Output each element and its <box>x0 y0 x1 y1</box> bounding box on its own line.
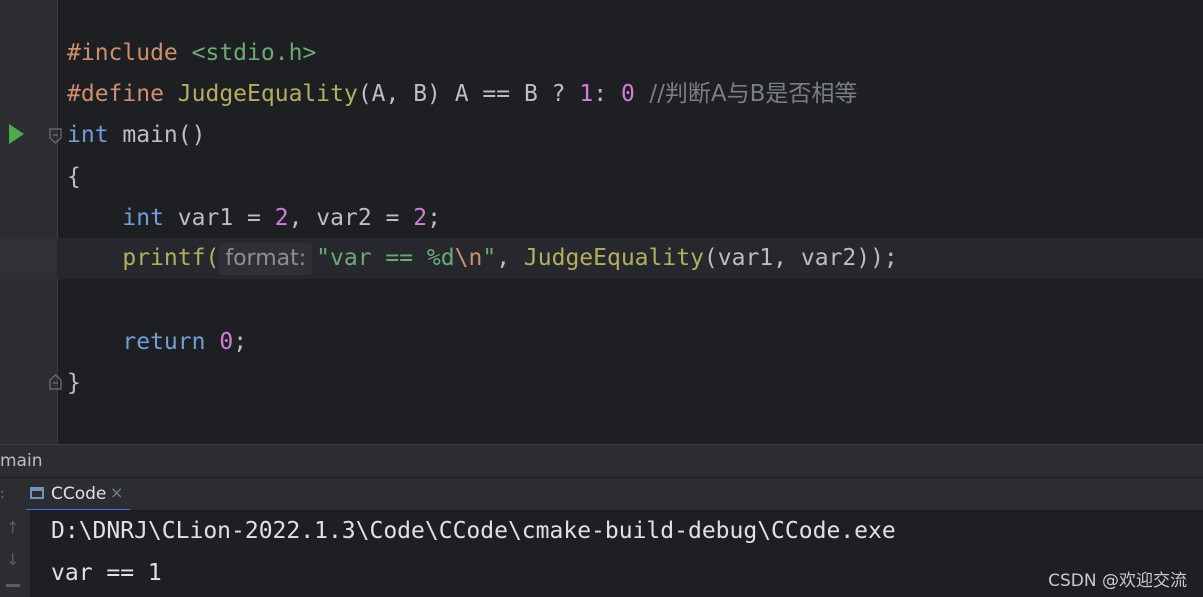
close-icon[interactable]: × <box>110 483 123 502</box>
code-comment: //判断A与B是否相等 <box>634 81 858 107</box>
type-keyword: int <box>67 122 109 148</box>
code-line-main: int main() <box>67 115 205 156</box>
code-line-open-brace: { <box>67 164 81 190</box>
function-call: printf( <box>122 245 220 271</box>
escape-sequence: \n <box>454 245 483 271</box>
number-literal: 2 <box>274 205 289 231</box>
code-line-include: #include <stdio.h> <box>67 33 316 74</box>
type-keyword: int <box>122 205 164 231</box>
tab-run-ccode[interactable]: CCode × <box>26 478 130 511</box>
macro-call: JudgeEquality <box>523 245 704 271</box>
console-line: D:\DNRJ\CLion-2022.1.3\Code\CCode\cmake-… <box>51 518 896 544</box>
console-output[interactable]: ↑ ↓ D:\DNRJ\CLion-2022.1.3\Code\CCode\cm… <box>0 510 1203 597</box>
watermark: CSDN @欢迎交流 <box>1048 571 1187 591</box>
number-literal: 2 <box>413 205 428 231</box>
var-decl-text: var1 = <box>163 205 275 231</box>
code-line-return: return 0; <box>67 322 247 363</box>
fold-open-icon[interactable] <box>49 128 62 144</box>
code-line-vars: int var1 = 2, var2 = 2; <box>67 198 441 239</box>
code-line-define: #define JudgeEquality(A, B) A == B ? 1: … <box>67 74 857 115</box>
code-line-printf: printf(format: "var == %d\n", JudgeEquali… <box>67 238 898 279</box>
ternary-colon: : <box>593 81 621 107</box>
run-tool-window-header: : CCode × <box>0 477 1203 511</box>
soft-wrap-icon[interactable] <box>6 584 20 587</box>
number-literal: 0 <box>219 329 234 355</box>
console-toolbar: ↑ ↓ <box>0 510 30 597</box>
number-literal: 1 <box>579 81 594 107</box>
console-icon <box>30 487 44 499</box>
tab-label: CCode <box>51 484 107 504</box>
run-gutter-icon[interactable] <box>9 124 24 144</box>
run-options-icon[interactable]: : <box>0 486 5 502</box>
string-literal-end: " <box>482 245 497 271</box>
fold-close-icon[interactable] <box>49 374 62 390</box>
current-line-gutter-highlight <box>0 238 57 279</box>
preprocessor-directive: #include <box>67 40 178 66</box>
macro-name: JudgeEquality <box>177 81 358 107</box>
var-decl-text: , var2 = <box>288 205 414 231</box>
preprocessor-directive: #define <box>67 81 164 107</box>
return-keyword: return <box>122 329 206 355</box>
scroll-down-icon[interactable]: ↓ <box>6 550 19 569</box>
semicolon: ; <box>233 329 248 355</box>
code-line-close-brace: } <box>67 370 81 396</box>
string-literal: "var == %d <box>316 245 455 271</box>
scroll-up-icon[interactable]: ↑ <box>6 518 19 537</box>
breadcrumb: main <box>0 444 1203 478</box>
macro-body: (A, B) A == B ? <box>357 81 580 107</box>
parameter-hint: format: <box>219 242 313 275</box>
breadcrumb-item-main[interactable]: main <box>0 451 42 471</box>
macro-args: (var1, var2)); <box>703 245 898 271</box>
number-literal: 0 <box>620 81 635 107</box>
code-editor[interactable]: #include <stdio.h> #define JudgeEquality… <box>0 0 1203 444</box>
semicolon: ; <box>427 205 441 231</box>
include-header: <stdio.h> <box>191 40 317 66</box>
console-line: var == 1 <box>51 560 162 586</box>
main-signature: main() <box>108 122 206 148</box>
comma: , <box>496 245 524 271</box>
